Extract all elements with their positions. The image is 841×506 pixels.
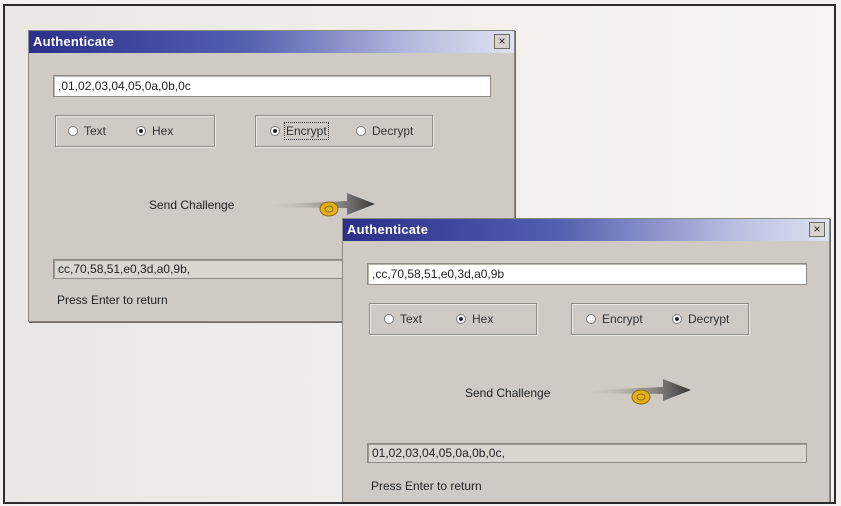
radio-hex[interactable]: Hex (456, 312, 493, 326)
radio-decrypt-dot[interactable] (356, 126, 366, 136)
status-text: Press Enter to return (57, 293, 168, 307)
radio-encrypt[interactable]: Encrypt (586, 312, 643, 326)
close-icon: × (813, 222, 821, 236)
response-field: 01,02,03,04,05,0a,0b,0c, (367, 443, 807, 463)
coin-icon (631, 389, 651, 405)
radio-decrypt[interactable]: Decrypt (356, 124, 413, 138)
radio-decrypt[interactable]: Decrypt (672, 312, 729, 326)
send-challenge-label[interactable]: Send Challenge (465, 386, 550, 400)
mode-group: Encrypt Decrypt (255, 115, 433, 147)
status-text: Press Enter to return (371, 479, 482, 493)
close-button[interactable]: × (494, 34, 510, 49)
radio-text[interactable]: Text (384, 312, 422, 326)
radio-hex-dot[interactable] (136, 126, 146, 136)
dialog-title: Authenticate (347, 222, 429, 237)
radio-decrypt-label: Decrypt (688, 312, 730, 326)
radio-encrypt-label: Encrypt (602, 312, 643, 326)
radio-encrypt-dot[interactable] (586, 314, 596, 324)
titlebar: Authenticate × (343, 219, 829, 241)
format-group: Text Hex (369, 303, 537, 335)
close-icon: × (498, 34, 506, 48)
radio-text-label: Text (84, 124, 107, 138)
radio-text-label: Text (400, 312, 423, 326)
challenge-input[interactable]: ,cc,70,58,51,e0,3d,a0,9b (367, 263, 807, 285)
radio-encrypt-dot[interactable] (270, 126, 280, 136)
radio-hex-label: Hex (472, 312, 494, 326)
radio-hex[interactable]: Hex (136, 124, 173, 138)
radio-hex-label: Hex (152, 124, 174, 138)
send-challenge-label[interactable]: Send Challenge (149, 198, 234, 212)
radio-text-dot[interactable] (68, 126, 78, 136)
titlebar: Authenticate × (29, 31, 514, 53)
challenge-input[interactable]: ,01,02,03,04,05,0a,0b,0c (53, 75, 491, 97)
radio-hex-dot[interactable] (456, 314, 466, 324)
radio-decrypt-label: Decrypt (372, 124, 414, 138)
radio-decrypt-dot[interactable] (672, 314, 682, 324)
radio-encrypt-label: Encrypt (284, 122, 329, 140)
response-field: cc,70,58,51,e0,3d,a0,9b, (53, 259, 353, 279)
send-arrow-icon[interactable] (575, 375, 695, 409)
close-button[interactable]: × (809, 222, 825, 237)
authenticate-dialog-front: Authenticate × ,cc,70,58,51,e0,3d,a0,9b … (342, 218, 830, 502)
coin-icon (319, 201, 339, 217)
screenshot-frame: Authenticate × ,01,02,03,04,05,0a,0b,0c … (3, 4, 836, 504)
mode-group: Encrypt Decrypt (571, 303, 749, 335)
radio-text-dot[interactable] (384, 314, 394, 324)
dialog-title: Authenticate (33, 34, 115, 49)
radio-text[interactable]: Text (68, 124, 106, 138)
format-group: Text Hex (55, 115, 215, 147)
radio-encrypt[interactable]: Encrypt (270, 122, 329, 140)
